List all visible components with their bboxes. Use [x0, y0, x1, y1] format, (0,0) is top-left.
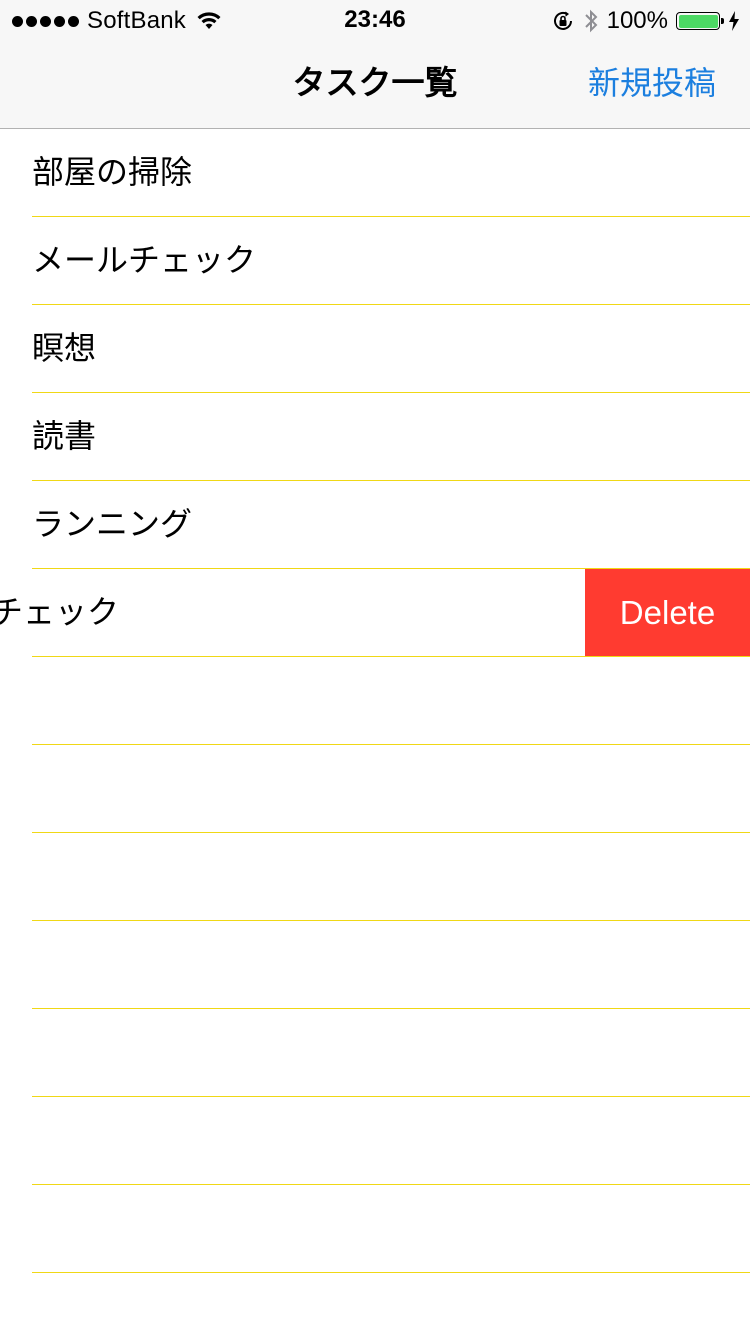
- task-label: チェック: [0, 569, 151, 656]
- task-row[interactable]: メールチェック: [0, 217, 750, 305]
- battery-percent: 100%: [606, 7, 668, 34]
- task-label: メールチェック: [32, 217, 256, 304]
- empty-row: [0, 745, 750, 833]
- empty-row: [0, 1009, 750, 1097]
- bluetooth-icon: [584, 9, 598, 33]
- task-row[interactable]: 部屋の掃除: [0, 129, 750, 217]
- empty-row: [0, 921, 750, 1009]
- battery-icon: [676, 12, 724, 30]
- status-bar: SoftBank 23:46 100%: [0, 0, 750, 40]
- task-row[interactable]: ランニング: [0, 481, 750, 569]
- charging-bolt-icon: [729, 11, 739, 31]
- empty-row: [0, 1185, 750, 1273]
- empty-row: [0, 657, 750, 745]
- task-row[interactable]: チェック Delete: [0, 569, 750, 657]
- new-post-button[interactable]: 新規投稿: [588, 60, 716, 106]
- task-label: 部屋の掃除: [32, 129, 192, 216]
- rotation-lock-icon: [553, 11, 572, 30]
- status-right: 100%: [551, 6, 740, 36]
- task-row[interactable]: 瞑想: [0, 305, 750, 393]
- task-label: 読書: [32, 393, 96, 480]
- empty-row: [0, 1097, 750, 1185]
- task-label-text: 部屋の掃除: [32, 153, 193, 191]
- task-label: 瞑想: [32, 305, 96, 392]
- task-label-text: チェック: [0, 593, 120, 631]
- task-label: ランニング: [32, 481, 192, 568]
- task-list[interactable]: 部屋の掃除メールチェック 瞑想読書ランニングチェック Delete: [0, 129, 750, 1334]
- delete-button[interactable]: Delete: [585, 569, 750, 657]
- task-label-text: 瞑想: [32, 329, 97, 367]
- task-label-text: 読書: [32, 417, 97, 455]
- battery-level: [678, 14, 718, 28]
- empty-row: [0, 833, 750, 921]
- empty-row: [0, 1273, 750, 1334]
- task-label-text: ランニング: [32, 505, 193, 543]
- navigation-bar: タスク一覧 新規投稿: [0, 40, 750, 129]
- task-label-text: メールチェック: [32, 241, 257, 279]
- task-row[interactable]: 読書: [0, 393, 750, 481]
